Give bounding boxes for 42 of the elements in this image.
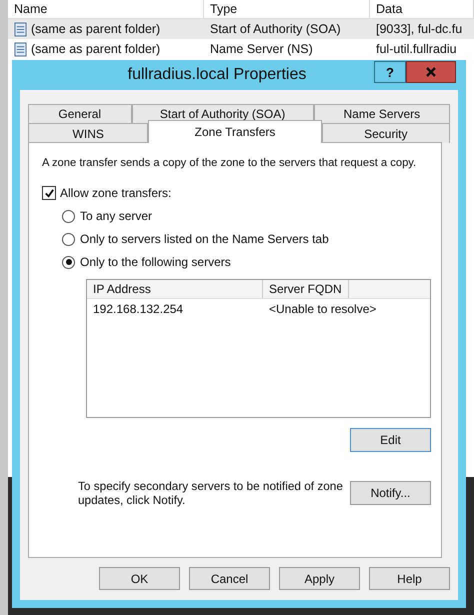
record-name: (same as parent folder)	[31, 22, 160, 36]
edit-button[interactable]: Edit	[350, 428, 431, 452]
radio-button[interactable]	[62, 256, 75, 268]
radio-label: Only to servers listed on the Name Servers tab	[80, 232, 329, 246]
column-header[interactable]: IP Address	[87, 280, 263, 298]
window-title: fullradius.local Properties	[126, 66, 308, 84]
dialog-button[interactable]: Apply	[279, 567, 360, 590]
help-button[interactable]: ?	[374, 61, 406, 83]
radio-label: Only to the following servers	[80, 255, 231, 269]
record-name: (same as parent folder)	[31, 42, 160, 56]
column-header[interactable]: Data	[370, 0, 474, 18]
tab[interactable]: Zone Transfers	[148, 120, 322, 143]
column-header[interactable]: Server FQDN	[263, 280, 349, 298]
close-icon	[425, 66, 437, 78]
document-icon	[14, 22, 27, 36]
dialog-button[interactable]: OK	[99, 567, 180, 590]
close-button[interactable]	[406, 61, 456, 83]
radio-button[interactable]	[62, 210, 75, 222]
description-text: A zone transfer sends a copy of the zone to the servers that request a copy.	[42, 157, 416, 169]
record-data: [9033], ful-dc.fu	[375, 22, 464, 36]
tab[interactable]: General	[28, 104, 132, 123]
tab[interactable]: Name Servers	[314, 104, 450, 123]
tab[interactable]: Security	[322, 123, 450, 143]
record-type: Start of Authority (SOA)	[209, 22, 342, 36]
document-icon	[14, 42, 27, 56]
record-type: Name Server (NS)	[209, 42, 314, 56]
radio-button[interactable]	[62, 232, 75, 246]
dialog-button[interactable]: Help	[369, 567, 450, 590]
tab[interactable]: WINS	[28, 123, 148, 143]
table-cell-text: 192.168.132.254	[92, 302, 184, 316]
checkbox-label: Allow zone transfers:	[60, 186, 172, 200]
checkbox[interactable]	[42, 186, 56, 200]
column-header[interactable]: Name	[8, 0, 204, 18]
record-row[interactable]: (same as parent folder) Name Server (NS) ful-util.fullradiu	[8, 39, 474, 59]
record-data: ful-util.fullradiu	[375, 42, 458, 56]
table-cell-text: <Unable to resolve>	[268, 302, 378, 316]
notify-description: To specify secondary servers to be notified of zone updates, click Notify.	[78, 479, 344, 507]
dialog-button[interactable]: Cancel	[189, 567, 270, 590]
radio-label: To any server	[80, 209, 152, 223]
notify-button[interactable]: Notify...	[350, 481, 431, 505]
column-header[interactable]: Type	[204, 0, 370, 18]
record-row[interactable]: (same as parent folder) Start of Authority (SOA) [9033], ful-dc.fu	[8, 19, 474, 39]
